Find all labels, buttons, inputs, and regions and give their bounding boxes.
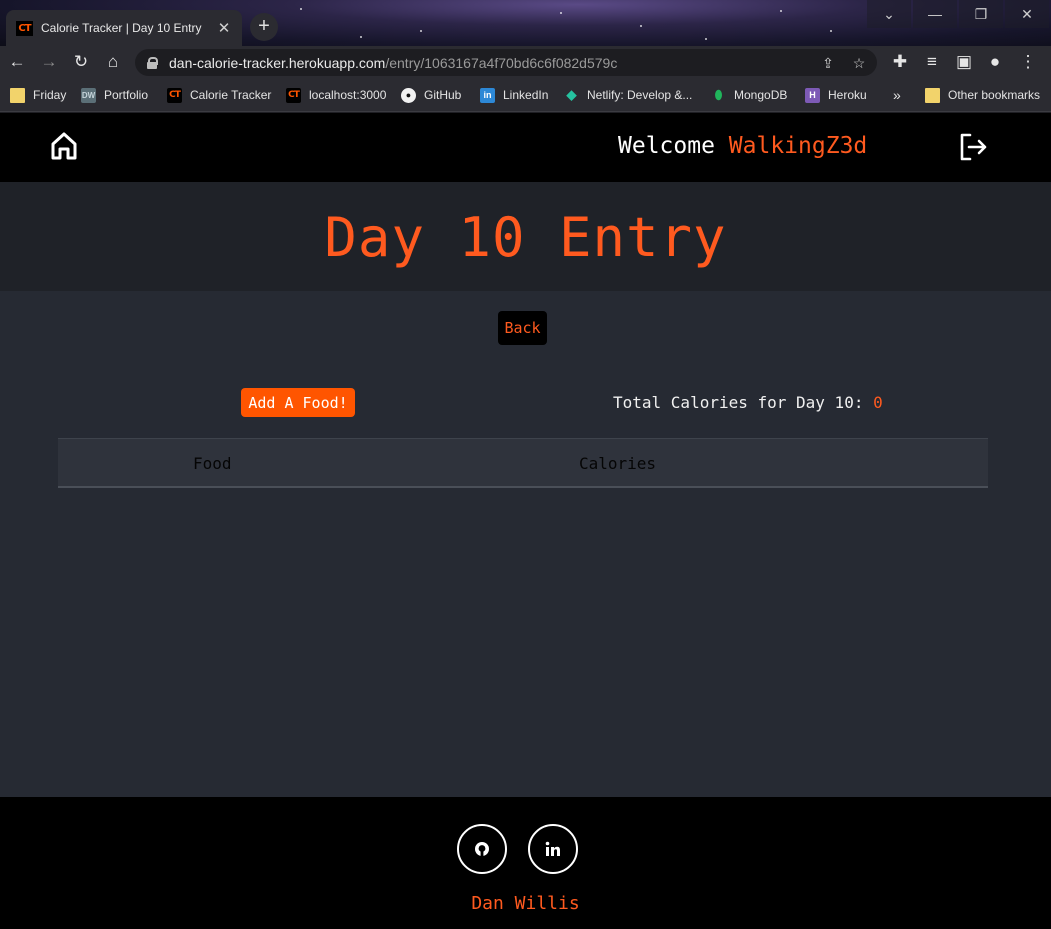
github-icon: ●: [401, 87, 416, 103]
dw-icon: DW: [81, 87, 96, 103]
linkedin-icon: in: [480, 87, 495, 103]
browser-titlebar: CT Calorie Tracker | Day 10 Entry ✕ + ⌄ …: [0, 0, 1051, 46]
welcome-label: Welcome: [618, 133, 715, 159]
bookmark-star-icon[interactable]: ☆: [849, 53, 869, 73]
food-table-header: Food Calories: [58, 438, 988, 488]
add-food-button[interactable]: Add A Food!: [241, 388, 355, 417]
bookmark-heroku[interactable]: H Heroku: [805, 86, 867, 104]
address-bar[interactable]: dan-calorie-tracker.herokuapp.com /entry…: [135, 49, 877, 76]
new-tab-button[interactable]: +: [250, 13, 278, 41]
bookmarks-overflow-button[interactable]: »: [893, 86, 901, 104]
home-browser-icon[interactable]: ⌂: [101, 50, 125, 74]
extensions-icon[interactable]: ✚: [888, 50, 912, 74]
total-calories: Total Calories for Day 10: 0: [613, 393, 883, 412]
logout-icon[interactable]: [958, 132, 988, 162]
tab-close-icon[interactable]: ✕: [216, 19, 232, 37]
profile-avatar[interactable]: ●: [983, 50, 1007, 74]
column-header-food: Food: [193, 454, 232, 473]
browser-menu-icon[interactable]: ⋮: [1016, 50, 1040, 74]
url-path: /entry/1063167a4f70bd6c6f082d579c: [385, 54, 618, 71]
total-calories-value: 0: [873, 393, 883, 412]
browser-chrome: CT Calorie Tracker | Day 10 Entry ✕ + ⌄ …: [0, 0, 1051, 113]
ct-icon: CT: [167, 87, 182, 103]
bookmark-mongodb[interactable]: ⬮ MongoDB: [711, 86, 788, 104]
bookmark-portfolio[interactable]: DW Portfolio: [81, 86, 148, 104]
bookmark-github[interactable]: ● GitHub: [401, 86, 461, 104]
share-icon[interactable]: ⇪: [818, 53, 838, 73]
total-calories-label: Total Calories for Day 10:: [613, 393, 864, 412]
page-title: Day 10 Entry: [324, 206, 727, 269]
tab-search-icon[interactable]: ⌄: [867, 0, 911, 28]
tab-favicon: CT: [16, 20, 33, 36]
reload-icon[interactable]: ↻: [69, 50, 93, 74]
github-icon[interactable]: [457, 824, 507, 874]
column-header-calories: Calories: [579, 454, 657, 473]
media-queue-icon[interactable]: ≡: [920, 50, 944, 74]
mongodb-icon: ⬮: [714, 87, 723, 102]
url-host: dan-calorie-tracker.herokuapp.com: [169, 54, 386, 71]
side-panel-icon[interactable]: ▣: [952, 50, 976, 74]
bookmark-friday[interactable]: Friday: [10, 86, 66, 104]
username: WalkingZ3d: [728, 133, 868, 159]
lock-icon: [147, 56, 158, 69]
bookmark-localhost[interactable]: CT localhost:3000: [286, 86, 386, 104]
bookmark-calorie-tracker[interactable]: CT Calorie Tracker: [167, 86, 271, 104]
restore-icon[interactable]: ❐: [959, 0, 1003, 28]
heroku-icon: H: [805, 87, 820, 103]
home-icon[interactable]: [50, 131, 78, 161]
bookmark-other[interactable]: Other bookmarks: [925, 86, 1040, 104]
app-navbar: Welcome WalkingZ3d: [0, 113, 1051, 182]
linkedin-icon[interactable]: [528, 824, 578, 874]
browser-tab[interactable]: CT Calorie Tracker | Day 10 Entry ✕: [6, 10, 242, 46]
title-band: Day 10 Entry: [0, 182, 1051, 291]
footer: Dan Willis: [0, 797, 1051, 929]
welcome-message: Welcome WalkingZ3d: [618, 133, 867, 159]
author-name: Dan Willis: [471, 893, 580, 914]
back-button[interactable]: Back: [498, 311, 547, 345]
folder-icon: [10, 87, 25, 103]
ct-icon: CT: [286, 87, 301, 103]
close-window-icon[interactable]: ✕: [1005, 0, 1049, 28]
netlify-icon: ◆: [566, 87, 577, 102]
back-arrow-icon[interactable]: ←: [5, 50, 29, 74]
bookmark-netlify[interactable]: ◆ Netlify: Develop &...: [564, 86, 693, 104]
bookmarks-bar: Friday DW Portfolio CT Calorie Tracker C…: [0, 78, 1051, 112]
tab-title: Calorie Tracker | Day 10 Entry: [41, 21, 202, 35]
forward-arrow-icon[interactable]: →: [37, 50, 61, 74]
minimize-icon[interactable]: —: [913, 0, 957, 28]
folder-icon: [925, 87, 940, 103]
address-row: ← → ↻ ⌂ dan-calorie-tracker.herokuapp.co…: [0, 46, 1051, 78]
bookmark-linkedin[interactable]: in LinkedIn: [480, 86, 548, 104]
